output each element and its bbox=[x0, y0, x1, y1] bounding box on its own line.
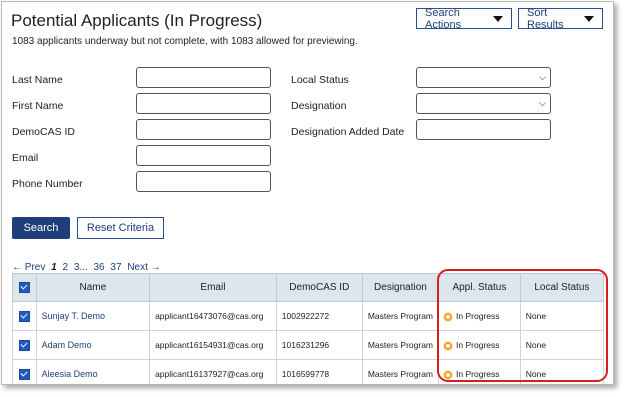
table-header-row: Name Email DemoCAS ID Designation Appl. … bbox=[12, 273, 605, 302]
applicant-local-status: None bbox=[519, 330, 605, 360]
reset-criteria-button[interactable]: Reset Criteria bbox=[77, 217, 164, 239]
caret-down-icon bbox=[584, 15, 594, 22]
local-status-label: Local Status bbox=[291, 74, 349, 86]
applicant-email: applicant16137927@cas.org bbox=[149, 359, 277, 384]
sort-results-button[interactable]: Sort Results bbox=[518, 6, 603, 31]
applicant-local-status: None bbox=[519, 301, 605, 331]
page-title: Potential Applicants (In Progress) bbox=[11, 11, 263, 30]
designation-added-date-label: Designation Added Date bbox=[291, 126, 405, 138]
applicant-appl-status: In Progress bbox=[438, 301, 521, 331]
sort-results-label: Sort Results bbox=[527, 6, 564, 31]
in-progress-icon bbox=[444, 370, 453, 379]
phone-number-input[interactable] bbox=[136, 171, 271, 192]
local-status-select[interactable]: ⌵ bbox=[416, 67, 551, 88]
chevron-down-icon: ⌵ bbox=[539, 98, 546, 108]
applicant-email: applicant16473076@cas.org bbox=[149, 301, 277, 331]
column-header-designation[interactable]: Designation bbox=[361, 273, 440, 302]
page-2-link[interactable]: 2 bbox=[62, 262, 68, 273]
row-checkbox[interactable] bbox=[12, 359, 37, 384]
applicant-democas-id: 1016231296 bbox=[275, 330, 363, 360]
applicant-appl-status: In Progress bbox=[438, 330, 521, 360]
phone-number-label: Phone Number bbox=[12, 178, 83, 190]
appl-status-text: In Progress bbox=[456, 311, 500, 321]
next-link[interactable]: Next → bbox=[127, 262, 160, 273]
applicants-table: Name Email DemoCAS ID Designation Appl. … bbox=[12, 273, 605, 384]
row-checkbox[interactable] bbox=[12, 330, 37, 360]
designation-added-date-input[interactable] bbox=[416, 119, 551, 140]
pagination: ← Prev 1 2 3... 36 37 Next → bbox=[12, 262, 164, 273]
applicant-name-link[interactable]: Sunjay T. Demo bbox=[35, 301, 151, 331]
in-progress-icon bbox=[444, 312, 453, 321]
last-name-input[interactable] bbox=[136, 67, 271, 88]
applicant-designation: Masters Program bbox=[361, 301, 440, 331]
table-row: Adam Demo applicant16154931@cas.org 1016… bbox=[12, 330, 605, 360]
caret-down-icon bbox=[493, 15, 503, 22]
appl-status-text: In Progress bbox=[456, 369, 500, 379]
democas-id-input[interactable] bbox=[136, 119, 271, 140]
column-header-name[interactable]: Name bbox=[35, 273, 151, 302]
column-header-appl-status[interactable]: Appl. Status bbox=[438, 273, 521, 302]
applicant-democas-id: 1016599778 bbox=[275, 359, 363, 384]
page-36-link[interactable]: 36 bbox=[94, 262, 105, 273]
applicants-panel: Potential Applicants (In Progress) 1083 … bbox=[1, 1, 614, 385]
search-button[interactable]: Search bbox=[12, 217, 70, 239]
last-name-label: Last Name bbox=[12, 74, 63, 86]
search-actions-button[interactable]: Search Actions bbox=[416, 6, 512, 31]
page-37-link[interactable]: 37 bbox=[110, 262, 121, 273]
row-checkbox[interactable] bbox=[12, 301, 37, 331]
pager-ellipsis: ... bbox=[79, 262, 88, 273]
chevron-down-icon: ⌵ bbox=[539, 72, 546, 82]
first-name-label: First Name bbox=[12, 100, 64, 112]
applicant-designation: Masters Program bbox=[361, 330, 440, 360]
applicant-appl-status: In Progress bbox=[438, 359, 521, 384]
designation-select[interactable]: ⌵ bbox=[416, 93, 551, 114]
table-row: Sunjay T. Demo applicant16473076@cas.org… bbox=[12, 301, 605, 331]
email-label: Email bbox=[12, 152, 39, 164]
first-name-input[interactable] bbox=[136, 93, 271, 114]
page-subtitle: 1083 applicants underway but not complet… bbox=[12, 36, 358, 47]
select-all-checkbox[interactable] bbox=[12, 273, 37, 302]
column-header-democas-id[interactable]: DemoCAS ID bbox=[275, 273, 363, 302]
applicant-name-link[interactable]: Adam Demo bbox=[35, 330, 151, 360]
appl-status-text: In Progress bbox=[456, 340, 500, 350]
in-progress-icon bbox=[444, 341, 453, 350]
applicant-local-status: None bbox=[519, 359, 605, 384]
column-header-local-status[interactable]: Local Status bbox=[519, 273, 605, 302]
applicant-name-link[interactable]: Aleesia Demo bbox=[35, 359, 151, 384]
table-row: Aleesia Demo applicant16137927@cas.org 1… bbox=[12, 359, 605, 384]
applicant-designation: Masters Program bbox=[361, 359, 440, 384]
applicant-democas-id: 1002922272 bbox=[275, 301, 363, 331]
search-actions-label: Search Actions bbox=[425, 6, 462, 31]
column-header-email[interactable]: Email bbox=[149, 273, 277, 302]
email-input[interactable] bbox=[136, 145, 271, 166]
designation-label: Designation bbox=[291, 100, 347, 112]
applicant-email: applicant16154931@cas.org bbox=[149, 330, 277, 360]
prev-link[interactable]: ← Prev bbox=[12, 262, 45, 273]
democas-id-label: DemoCAS ID bbox=[12, 126, 76, 138]
current-page: 1 bbox=[51, 262, 57, 273]
